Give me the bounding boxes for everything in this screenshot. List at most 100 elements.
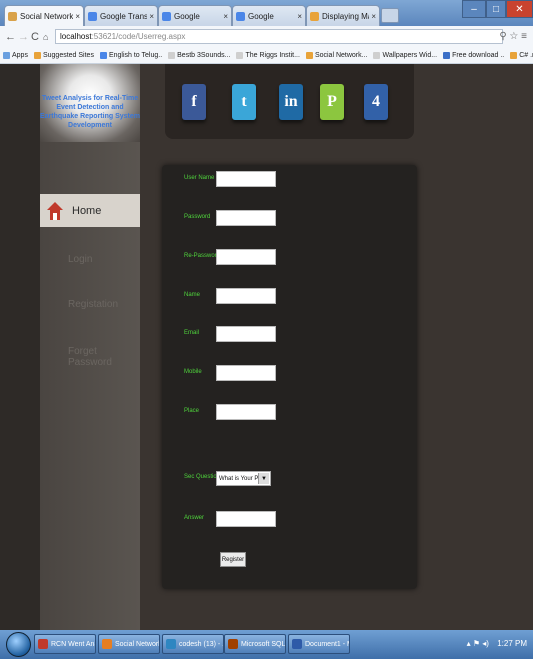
field-input[interactable] bbox=[216, 326, 276, 342]
sec-question-value: What is Your Pet bbox=[219, 475, 264, 482]
system-tray: ▴ ⚑ ◂) 1:27 PM bbox=[467, 639, 527, 648]
nav-forget-password[interactable]: Forget Password bbox=[68, 346, 140, 368]
bookmark-item[interactable]: Social Network... bbox=[305, 52, 367, 59]
close-tab-icon[interactable]: × bbox=[297, 12, 302, 21]
taskbar-item[interactable]: Document1 - M.. bbox=[288, 634, 350, 654]
bookmark-label: Free download .. bbox=[452, 52, 505, 59]
field-input[interactable] bbox=[216, 210, 276, 226]
twitter-icon[interactable]: t bbox=[232, 84, 256, 120]
sidebar: Tweet Analysis for Real-Time Event Detec… bbox=[40, 64, 150, 630]
bookmark-icon bbox=[3, 52, 10, 59]
field-label: Email bbox=[184, 330, 200, 336]
nav-login[interactable]: Login bbox=[68, 254, 92, 265]
taskbar-item-label: Document1 - M.. bbox=[305, 640, 349, 648]
taskbar-item[interactable]: Social Network... bbox=[98, 634, 160, 654]
volume-icon[interactable]: ▴ ⚑ ◂) bbox=[467, 639, 489, 648]
start-button[interactable] bbox=[6, 632, 31, 657]
web-page: Tweet Analysis for Real-Time Event Detec… bbox=[0, 64, 533, 630]
home-icon bbox=[46, 201, 64, 221]
field-label: Name bbox=[184, 292, 201, 298]
taskbar-item[interactable]: RCN Went Ana.. bbox=[34, 634, 96, 654]
bookmark-item[interactable]: Wallpapers Wid... bbox=[373, 52, 437, 59]
reload-icon[interactable]: C bbox=[31, 31, 39, 43]
browser-titlebar: Social Network for E×Google Translate×Go… bbox=[0, 0, 533, 26]
nav-registration[interactable]: Registation bbox=[68, 299, 118, 310]
bookmark-item[interactable]: English to Telug.. bbox=[99, 52, 162, 59]
field-input[interactable] bbox=[216, 249, 276, 265]
stumble-icon[interactable]: 4 bbox=[364, 84, 388, 120]
linkedin-icon[interactable]: in bbox=[279, 84, 303, 120]
taskbar-item[interactable]: codesh (13) - ... bbox=[162, 634, 224, 654]
field-input[interactable] bbox=[216, 365, 276, 381]
taskbar-item-label: Social Network... bbox=[115, 640, 159, 648]
answer-input[interactable] bbox=[216, 511, 276, 527]
answer-label: Answer bbox=[184, 515, 205, 521]
forward-icon[interactable]: → bbox=[18, 31, 29, 43]
clock[interactable]: 1:27 PM bbox=[497, 639, 527, 648]
project-title: Tweet Analysis for Real-Time Event Detec… bbox=[40, 95, 140, 129]
bookmark-icon bbox=[99, 52, 107, 59]
bookmark-label: Bestb 3Sounds... bbox=[177, 52, 231, 59]
close-tab-icon[interactable]: × bbox=[223, 12, 228, 21]
nav-home-label: Home bbox=[72, 204, 102, 217]
url-host: localhost bbox=[60, 32, 92, 41]
bookmark-label: The Riggs Instit... bbox=[245, 52, 300, 59]
close-tab-icon[interactable]: × bbox=[371, 12, 376, 21]
zoom-star-icons[interactable]: ⚲ ☆ ≡ bbox=[499, 31, 527, 42]
foursquare-icon[interactable]: P bbox=[320, 84, 344, 120]
bookmark-label: Apps bbox=[12, 52, 28, 59]
maximize-button[interactable]: □ bbox=[486, 0, 506, 18]
minimize-button[interactable]: – bbox=[462, 0, 486, 18]
windows-taskbar: RCN Went Ana.. Social Network... codesh (1… bbox=[0, 630, 533, 659]
sidebar-header: Tweet Analysis for Real-Time Event Detec… bbox=[40, 64, 140, 142]
maps-icon bbox=[310, 11, 319, 21]
app-icon bbox=[38, 639, 48, 649]
google-icon bbox=[236, 11, 245, 21]
back-icon[interactable]: ← bbox=[5, 31, 16, 43]
browser-navbar: ← → C ⌂ localhost :53621/code/Userreg.as… bbox=[0, 26, 533, 49]
bookmark-item[interactable]: Suggested Sites bbox=[33, 52, 94, 59]
bookmark-item[interactable]: C# .net projects... bbox=[510, 52, 533, 59]
close-window-button[interactable]: ✕ bbox=[506, 0, 533, 18]
bookmarks-bar: Apps Suggested Sites English to Telug.. Bes… bbox=[0, 48, 533, 64]
bookmark-item[interactable]: Apps bbox=[3, 52, 28, 59]
tab-title: Google Translate bbox=[100, 11, 148, 21]
register-button[interactable]: Register bbox=[220, 552, 246, 567]
sec-question-select[interactable]: What is Your Pet ▼ bbox=[216, 471, 271, 486]
bookmark-label: C# .net projects... bbox=[519, 52, 533, 59]
close-tab-icon[interactable]: × bbox=[149, 12, 154, 21]
nav-home[interactable]: Home bbox=[40, 194, 150, 227]
page-left-margin bbox=[0, 64, 40, 630]
new-tab-button[interactable] bbox=[381, 8, 399, 23]
browser-tab[interactable]: Displaying Maps in× bbox=[306, 5, 380, 26]
bookmark-item[interactable]: Bestb 3Sounds... bbox=[168, 52, 230, 59]
browser-tab[interactable]: Google × bbox=[232, 5, 306, 26]
dropdown-arrow-icon: ▼ bbox=[258, 473, 269, 484]
bookmark-label: Suggested Sites bbox=[42, 52, 94, 59]
close-tab-icon[interactable]: × bbox=[75, 12, 80, 21]
tab-title: Google bbox=[248, 11, 274, 21]
field-label: User Name bbox=[184, 175, 215, 181]
tab-title: Social Network for E bbox=[20, 11, 74, 21]
sec-question-label: Sec Question bbox=[184, 474, 221, 480]
browser-tab[interactable]: Social Network for E× bbox=[4, 5, 84, 26]
bookmark-icon bbox=[510, 52, 518, 59]
url-path: :53621/code/Userreg.aspx bbox=[91, 32, 186, 41]
browser-tab[interactable]: Google Translate× bbox=[84, 5, 158, 26]
bookmark-item[interactable]: The Riggs Instit... bbox=[236, 52, 300, 59]
taskbar-item-label: Microsoft SQL S.. bbox=[241, 640, 286, 648]
address-bar[interactable]: localhost :53621/code/Userreg.aspx bbox=[55, 29, 503, 44]
home-page-icon[interactable]: ⌂ bbox=[43, 32, 48, 42]
facebook-icon[interactable]: f bbox=[182, 84, 206, 120]
page-icon bbox=[8, 11, 17, 21]
bookmark-item[interactable]: Free download .. bbox=[443, 52, 504, 59]
browser-tab[interactable]: Google × bbox=[158, 5, 232, 26]
field-input[interactable] bbox=[216, 288, 276, 304]
bookmark-icon bbox=[373, 52, 381, 59]
google-icon bbox=[162, 11, 171, 21]
field-input[interactable] bbox=[216, 404, 276, 420]
taskbar-item[interactable]: Microsoft SQL S.. bbox=[224, 634, 286, 654]
field-input[interactable] bbox=[216, 171, 276, 187]
field-label: Mobile bbox=[184, 369, 202, 375]
field-label: Password bbox=[184, 214, 211, 220]
